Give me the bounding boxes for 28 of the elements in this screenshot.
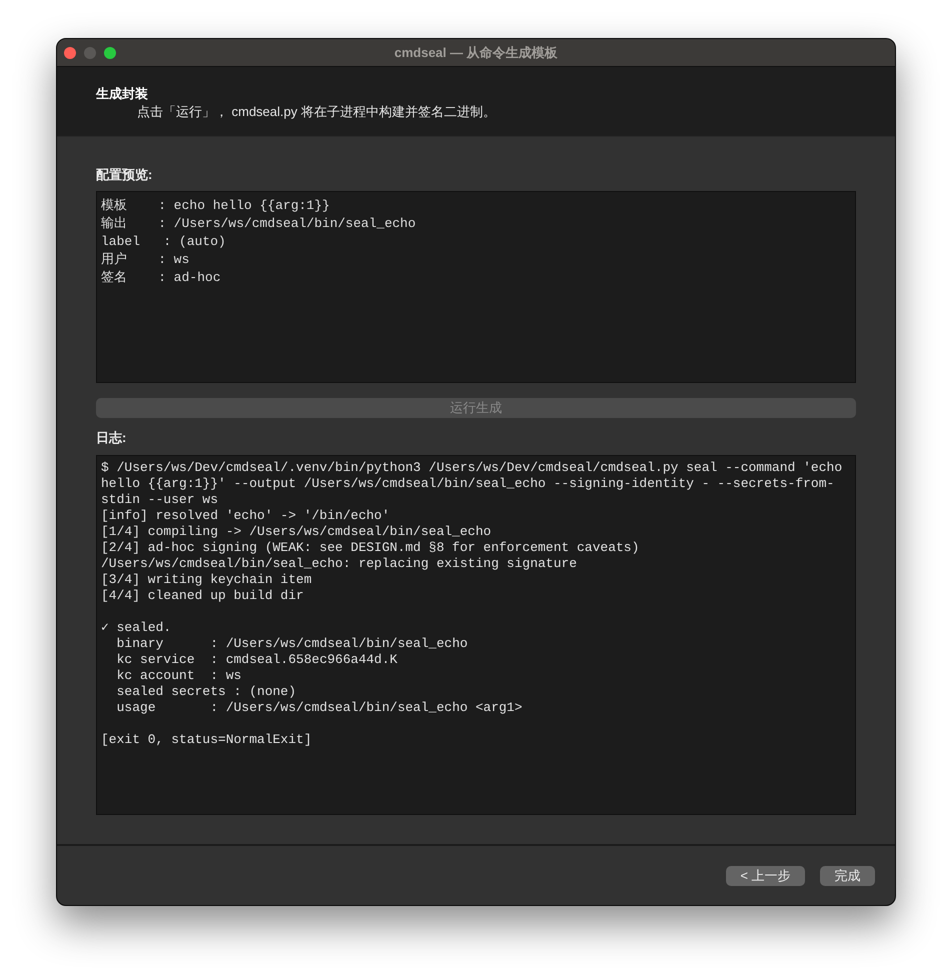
- log-line: [1/4] compiling -> /Users/ws/cmdseal/bin/seal_echo: [101, 524, 492, 540]
- log-line: [exit 0, status=NormalExit]: [101, 732, 313, 748]
- log-line: kc service : cmdseal.658ec966a44d.K: [116, 652, 398, 668]
- log-line: $ /Users/ws/Dev/cmdseal/.venv/bin/python3 /Users/ws/Dev/cmdseal/cmdseal.py seal --command 'echo hello {{arg:1}}' --output /Users/ws/cmdseal/bin/seal_echo --signing-identity - --secrets-from-stdin --user ws: [101, 460, 844, 508]
- preview-line: 用户 : ws: [101, 251, 190, 269]
- preview-line: label : (auto): [101, 233, 226, 251]
- log-line: [info] resolved 'echo' -> '/bin/echo': [101, 508, 391, 524]
- window-title: cmdseal — 从命令生成模板: [394, 44, 558, 60]
- log-label: 日志:: [96, 430, 126, 446]
- zoom-button[interactable]: [104, 46, 116, 58]
- finish-button[interactable]: 完成: [820, 866, 875, 886]
- log-line: ✓ sealed.: [101, 620, 172, 636]
- back-button[interactable]: < 上一步: [726, 866, 805, 886]
- preview-line: 模板 : echo hello {{arg:1}}: [101, 197, 330, 215]
- log-line: usage : /Users/ws/cmdseal/bin/seal_echo <arg1>: [116, 700, 524, 716]
- log-line: [4/4] cleaned up build dir: [101, 588, 305, 604]
- log-line: /Users/ws/cmdseal/bin/seal_echo: replacing existing signature: [101, 556, 578, 572]
- preview-line: 签名 : ad-hoc: [101, 269, 221, 287]
- log-line: [2/4] ad-hoc signing (WEAK: see DESIGN.md §8 for enforcement caveats): [101, 540, 640, 556]
- preview-line: 输出 : /Users/ws/cmdseal/bin/seal_echo: [101, 215, 416, 233]
- log-line: kc account : ws: [116, 668, 242, 684]
- log-line: [3/4] writing keychain item: [101, 572, 313, 588]
- close-button[interactable]: [64, 46, 76, 58]
- log-line: sealed secrets : (none): [116, 684, 298, 700]
- log-line: binary : /Users/ws/cmdseal/bin/seal_echo: [116, 636, 469, 652]
- preview-label: 配置预览:: [96, 167, 152, 183]
- header-description: 点击「运行」， cmdseal.py 将在子进程中构建并签名二进制。: [136, 103, 496, 121]
- header-title: 生成封装: [96, 85, 148, 103]
